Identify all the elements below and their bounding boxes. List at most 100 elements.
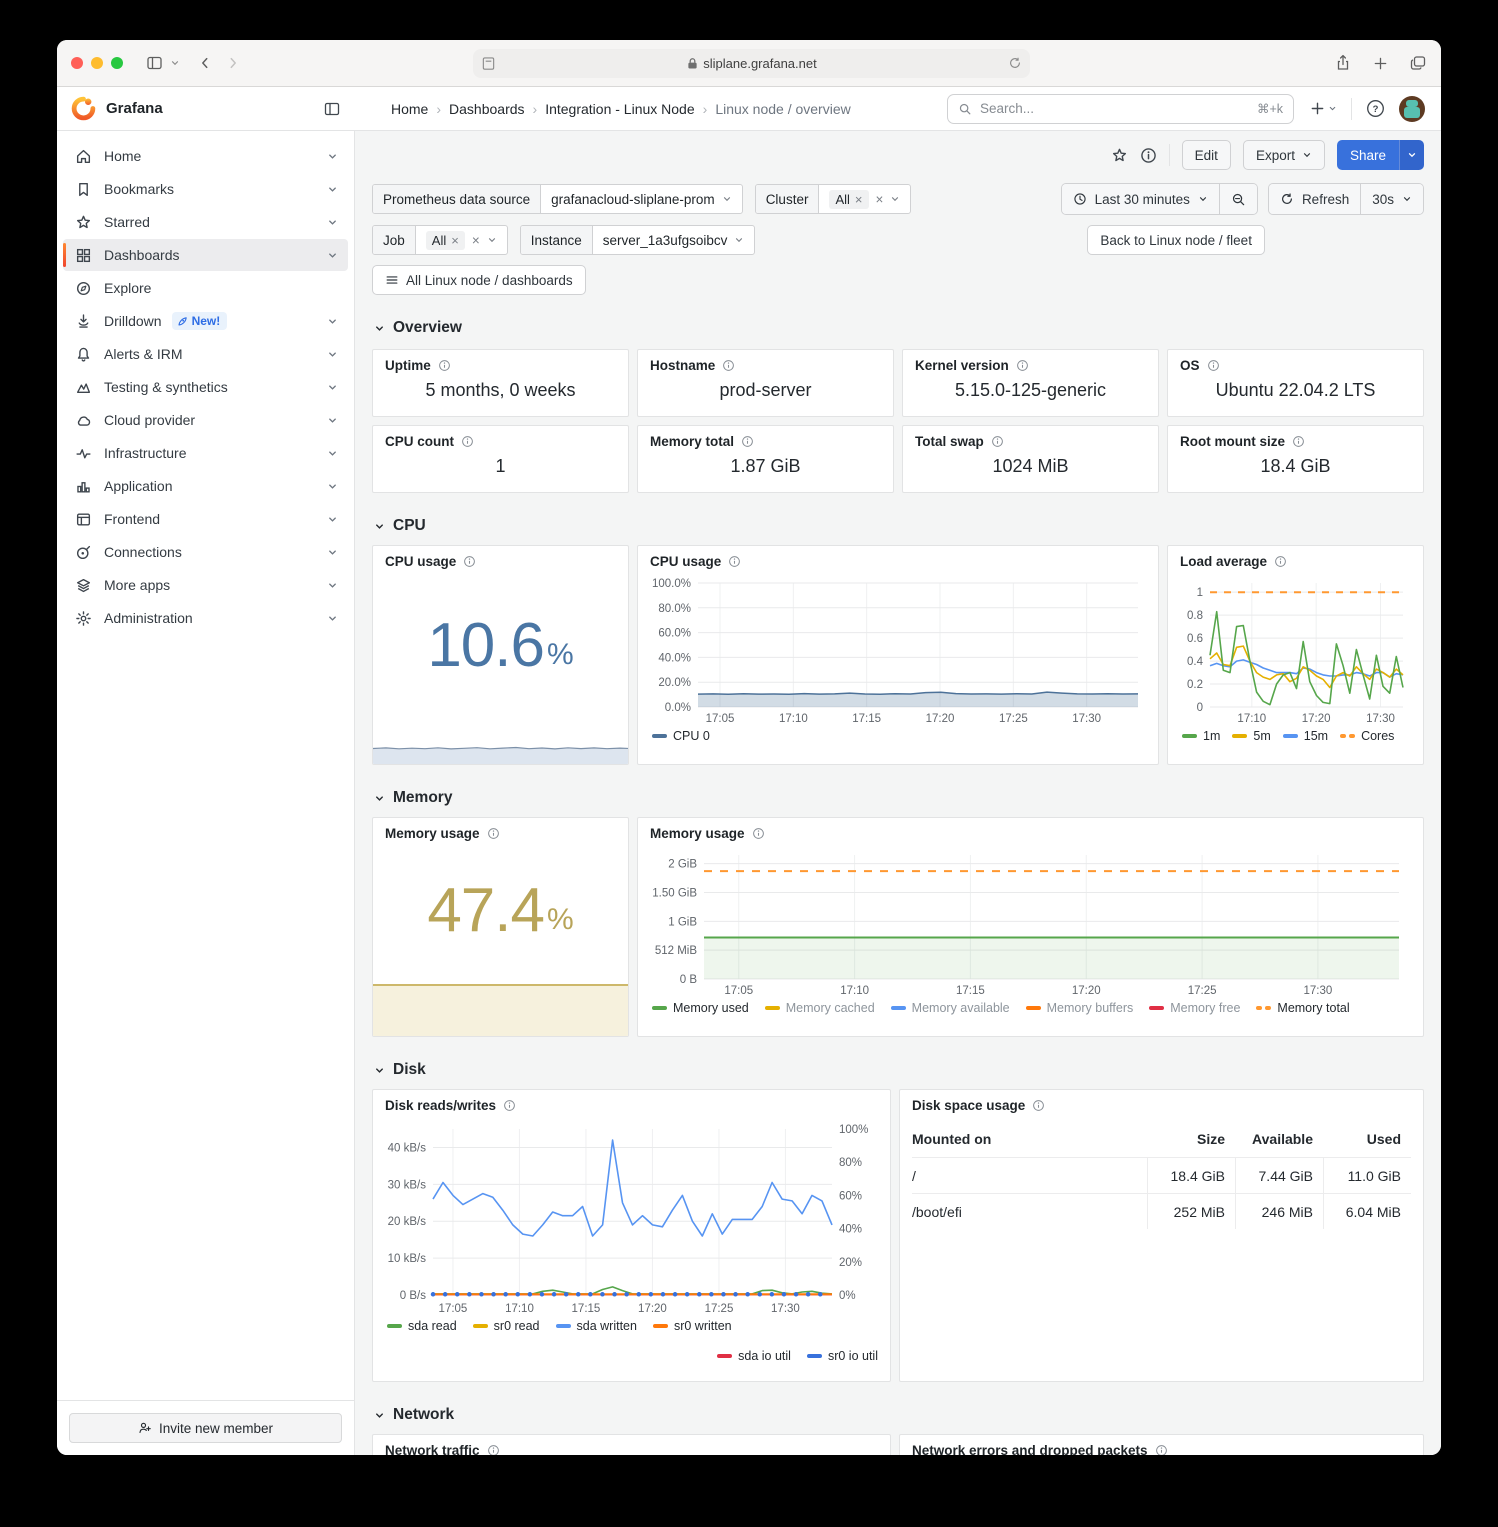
sidebar-item-starred[interactable]: Starred xyxy=(63,206,348,238)
section-network[interactable]: Network xyxy=(374,1404,1424,1426)
back-button[interactable] xyxy=(198,55,212,71)
job-value-chip[interactable]: All× xyxy=(426,231,465,250)
browser-sidebar-icon[interactable] xyxy=(145,55,164,71)
panel-cpu-usage-timeseries[interactable]: CPU usage 17:0517:1017:1517:2017:2517:30… xyxy=(637,545,1159,765)
info-icon[interactable] xyxy=(461,435,474,448)
zoom-window-button[interactable] xyxy=(111,57,123,69)
breadcrumb-integration[interactable]: Integration - Linux Node xyxy=(545,101,694,117)
remove-value-icon[interactable]: × xyxy=(855,192,863,207)
panel-memory-usage-timeseries[interactable]: Memory usage 17:0517:1017:1517:2017:2517… xyxy=(637,817,1424,1037)
sidebar-item-connections[interactable]: Connections xyxy=(63,536,348,568)
back-to-fleet-button[interactable]: Back to Linux node / fleet xyxy=(1087,225,1265,255)
remove-value-icon[interactable]: × xyxy=(451,233,459,248)
table-row[interactable]: / 18.4 GiB 7.44 GiB 11.0 GiB xyxy=(912,1157,1411,1193)
tab-overview-icon[interactable] xyxy=(1410,55,1427,71)
clear-filter-icon[interactable]: × xyxy=(472,233,480,248)
info-icon[interactable] xyxy=(1016,359,1029,372)
disk-reads-writes-chart[interactable]: 17:0517:1017:1517:2017:2517:300 B/s10 kB… xyxy=(385,1119,878,1317)
panel-memory-usage-stat[interactable]: Memory usage 47.4 % xyxy=(372,817,629,1037)
load-average-chart[interactable]: 17:1017:2017:3000.20.40.60.81 xyxy=(1180,575,1411,727)
panel-cpu-usage-stat[interactable]: CPU usage 10.6 % xyxy=(372,545,629,765)
add-new-button[interactable] xyxy=(1310,101,1337,116)
col-used[interactable]: Used xyxy=(1323,1131,1411,1147)
info-icon[interactable] xyxy=(728,555,741,568)
sidebar-item-more-apps[interactable]: More apps xyxy=(63,569,348,601)
section-overview[interactable]: Overview xyxy=(374,317,1424,339)
reload-icon[interactable] xyxy=(1008,56,1022,70)
stat-panel-uptime[interactable]: Uptime 5 months, 0 weeks xyxy=(372,349,629,417)
clear-filter-icon[interactable]: × xyxy=(876,192,884,207)
info-icon[interactable] xyxy=(503,1099,516,1112)
section-memory[interactable]: Memory xyxy=(374,787,1424,809)
stat-panel-kernel[interactable]: Kernel version 5.15.0-125-generic xyxy=(902,349,1159,417)
refresh-button[interactable]: Refresh xyxy=(1269,184,1360,214)
search-input[interactable]: Search... ⌘+k xyxy=(947,94,1294,124)
dashboard-info-icon[interactable] xyxy=(1140,147,1157,164)
cpu-usage-chart[interactable]: 17:0517:1017:1517:2017:2517:300.0%20.0%4… xyxy=(650,575,1148,727)
sidebar-item-alerts-irm[interactable]: Alerts & IRM xyxy=(63,338,348,370)
cluster-filter[interactable]: Cluster All× × xyxy=(755,184,912,214)
all-dashboards-button[interactable]: All Linux node / dashboards xyxy=(372,265,586,295)
info-icon[interactable] xyxy=(1207,359,1220,372)
stat-panel-root-mount[interactable]: Root mount size 18.4 GiB xyxy=(1167,425,1424,493)
edit-button[interactable]: Edit xyxy=(1182,140,1231,170)
memory-usage-chart[interactable]: 17:0517:1017:1517:2017:2517:300 B512 MiB… xyxy=(650,847,1411,999)
share-page-icon[interactable] xyxy=(1335,54,1351,72)
sidebar-item-home[interactable]: Home xyxy=(63,140,348,172)
job-filter[interactable]: Job All× × xyxy=(372,225,508,255)
section-cpu[interactable]: CPU xyxy=(374,515,1424,537)
stat-panel-memory-total[interactable]: Memory total 1.87 GiB xyxy=(637,425,894,493)
section-disk[interactable]: Disk xyxy=(374,1059,1424,1081)
grafana-logo-icon[interactable] xyxy=(71,96,96,121)
sidebar-item-dashboards[interactable]: Dashboards xyxy=(63,239,348,271)
sidebar-item-administration[interactable]: Administration xyxy=(63,602,348,634)
brand-name[interactable]: Grafana xyxy=(106,100,163,117)
close-window-button[interactable] xyxy=(71,57,83,69)
address-bar[interactable]: sliplane.grafana.net xyxy=(473,49,1030,78)
panel-network-traffic[interactable]: Network traffic xyxy=(372,1434,891,1455)
info-icon[interactable] xyxy=(1032,1099,1045,1112)
star-dashboard-icon[interactable] xyxy=(1111,147,1128,164)
stat-panel-total-swap[interactable]: Total swap 1024 MiB xyxy=(902,425,1159,493)
info-icon[interactable] xyxy=(487,1444,500,1455)
sidebar-item-application[interactable]: Application xyxy=(63,470,348,502)
col-size[interactable]: Size xyxy=(1147,1131,1235,1147)
stat-panel-cpu-count[interactable]: CPU count 1 xyxy=(372,425,629,493)
time-range-picker[interactable]: Last 30 minutes xyxy=(1062,184,1219,214)
user-avatar[interactable] xyxy=(1399,96,1425,122)
panel-disk-space-usage[interactable]: Disk space usage Mounted on Size Availab… xyxy=(899,1089,1424,1382)
table-row[interactable]: /boot/efi 252 MiB 246 MiB 6.04 MiB xyxy=(912,1193,1411,1229)
info-icon[interactable] xyxy=(991,435,1004,448)
share-button[interactable]: Share xyxy=(1337,140,1424,170)
forward-button[interactable] xyxy=(226,55,240,71)
info-icon[interactable] xyxy=(1274,555,1287,568)
sidebar-collapse-icon[interactable] xyxy=(323,101,341,117)
chevron-down-icon[interactable] xyxy=(170,58,180,68)
info-icon[interactable] xyxy=(741,435,754,448)
stat-panel-os[interactable]: OS Ubuntu 22.04.2 LTS xyxy=(1167,349,1424,417)
col-available[interactable]: Available xyxy=(1235,1131,1323,1147)
panel-load-average[interactable]: Load average 17:1017:2017:3000.20.40.60.… xyxy=(1167,545,1424,765)
info-icon[interactable] xyxy=(1292,435,1305,448)
share-menu-chevron[interactable] xyxy=(1399,140,1424,170)
col-mounted-on[interactable]: Mounted on xyxy=(912,1131,1147,1147)
stat-panel-hostname[interactable]: Hostname prod-server xyxy=(637,349,894,417)
panel-disk-reads-writes[interactable]: Disk reads/writes 17:0517:1017:1517:2017… xyxy=(372,1089,891,1382)
minimize-window-button[interactable] xyxy=(91,57,103,69)
refresh-interval-picker[interactable]: 30s xyxy=(1360,184,1423,214)
sidebar-item-cloud-provider[interactable]: Cloud provider xyxy=(63,404,348,436)
panel-network-errors[interactable]: Network errors and dropped packets xyxy=(899,1434,1424,1455)
sidebar-item-bookmarks[interactable]: Bookmarks xyxy=(63,173,348,205)
zoom-out-time-button[interactable] xyxy=(1219,184,1257,214)
breadcrumb-dashboards[interactable]: Dashboards xyxy=(449,101,525,117)
info-icon[interactable] xyxy=(1155,1444,1168,1455)
instance-filter[interactable]: Instance server_1a3ufgsoibcv xyxy=(520,225,756,255)
info-icon[interactable] xyxy=(487,827,500,840)
export-button[interactable]: Export xyxy=(1243,140,1325,170)
reader-icon[interactable] xyxy=(481,56,496,71)
help-icon[interactable]: ? xyxy=(1366,99,1385,118)
info-icon[interactable] xyxy=(463,555,476,568)
info-icon[interactable] xyxy=(722,359,735,372)
sidebar-item-drilldown[interactable]: Drilldown New! xyxy=(63,305,348,337)
info-icon[interactable] xyxy=(752,827,765,840)
